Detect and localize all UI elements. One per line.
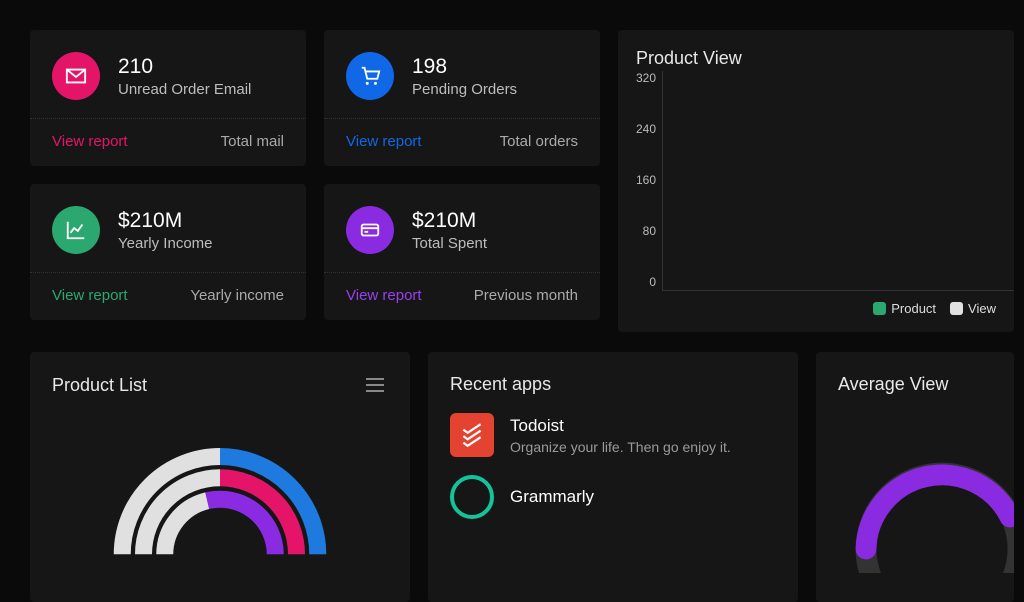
y-axis: 320 240 160 80 0 bbox=[636, 71, 662, 291]
stat-context: Total mail bbox=[221, 133, 284, 150]
view-report-link[interactable]: View report bbox=[52, 287, 128, 304]
y-tick: 320 bbox=[636, 71, 656, 85]
view-report-link[interactable]: View report bbox=[52, 133, 128, 150]
view-report-link[interactable]: View report bbox=[346, 133, 422, 150]
chart-legend: Product View bbox=[636, 291, 1014, 316]
card-icon bbox=[346, 206, 394, 254]
app-name: Grammarly bbox=[510, 487, 594, 507]
chart-title: Product View bbox=[636, 48, 1014, 69]
panel-title: Recent apps bbox=[450, 374, 551, 395]
stat-label: Unread Order Email bbox=[118, 81, 251, 98]
app-icon bbox=[450, 475, 494, 519]
y-tick: 80 bbox=[643, 224, 656, 238]
mail-icon bbox=[52, 52, 100, 100]
panel-title: Product List bbox=[52, 375, 147, 396]
stat-context: Yearly income bbox=[190, 287, 284, 304]
cart-icon bbox=[346, 52, 394, 100]
panel-title: Average View bbox=[838, 374, 948, 395]
legend-view: View bbox=[950, 301, 996, 316]
average-view-panel: Average View bbox=[816, 352, 1014, 602]
average-view-chart bbox=[838, 413, 1014, 573]
stat-card: $210M Yearly Income View report Yearly i… bbox=[30, 184, 306, 320]
recent-apps-panel: Recent apps Todoist Organize your life. … bbox=[428, 352, 798, 602]
stat-label: Pending Orders bbox=[412, 81, 517, 98]
chart-icon bbox=[52, 206, 100, 254]
y-tick: 160 bbox=[636, 173, 656, 187]
stat-value: $210M bbox=[118, 208, 213, 233]
app-desc: Organize your life. Then go enjoy it. bbox=[510, 439, 731, 455]
menu-icon[interactable] bbox=[362, 374, 388, 396]
stat-value: 210 bbox=[118, 54, 251, 79]
app-row[interactable]: Todoist Organize your life. Then go enjo… bbox=[450, 413, 776, 457]
stat-label: Total Spent bbox=[412, 235, 487, 252]
y-tick: 240 bbox=[636, 122, 656, 136]
app-row[interactable]: Grammarly bbox=[450, 475, 776, 519]
product-view-chart: Product View 320 240 160 80 0 Product View bbox=[618, 30, 1014, 332]
stat-card: $210M Total Spent View report Previous m… bbox=[324, 184, 600, 320]
legend-product: Product bbox=[873, 301, 936, 316]
stat-card: 210 Unread Order Email View report Total… bbox=[30, 30, 306, 166]
stat-card: 198 Pending Orders View report Total ord… bbox=[324, 30, 600, 166]
stat-value: $210M bbox=[412, 208, 487, 233]
view-report-link[interactable]: View report bbox=[346, 287, 422, 304]
bars-area bbox=[662, 71, 1014, 291]
stat-context: Total orders bbox=[500, 133, 578, 150]
stat-context: Previous month bbox=[474, 287, 578, 304]
stat-value: 198 bbox=[412, 54, 517, 79]
stat-label: Yearly Income bbox=[118, 235, 213, 252]
app-icon bbox=[450, 413, 494, 457]
app-name: Todoist bbox=[510, 416, 731, 436]
y-tick: 0 bbox=[649, 275, 656, 289]
product-list-panel: Product List bbox=[30, 352, 410, 602]
